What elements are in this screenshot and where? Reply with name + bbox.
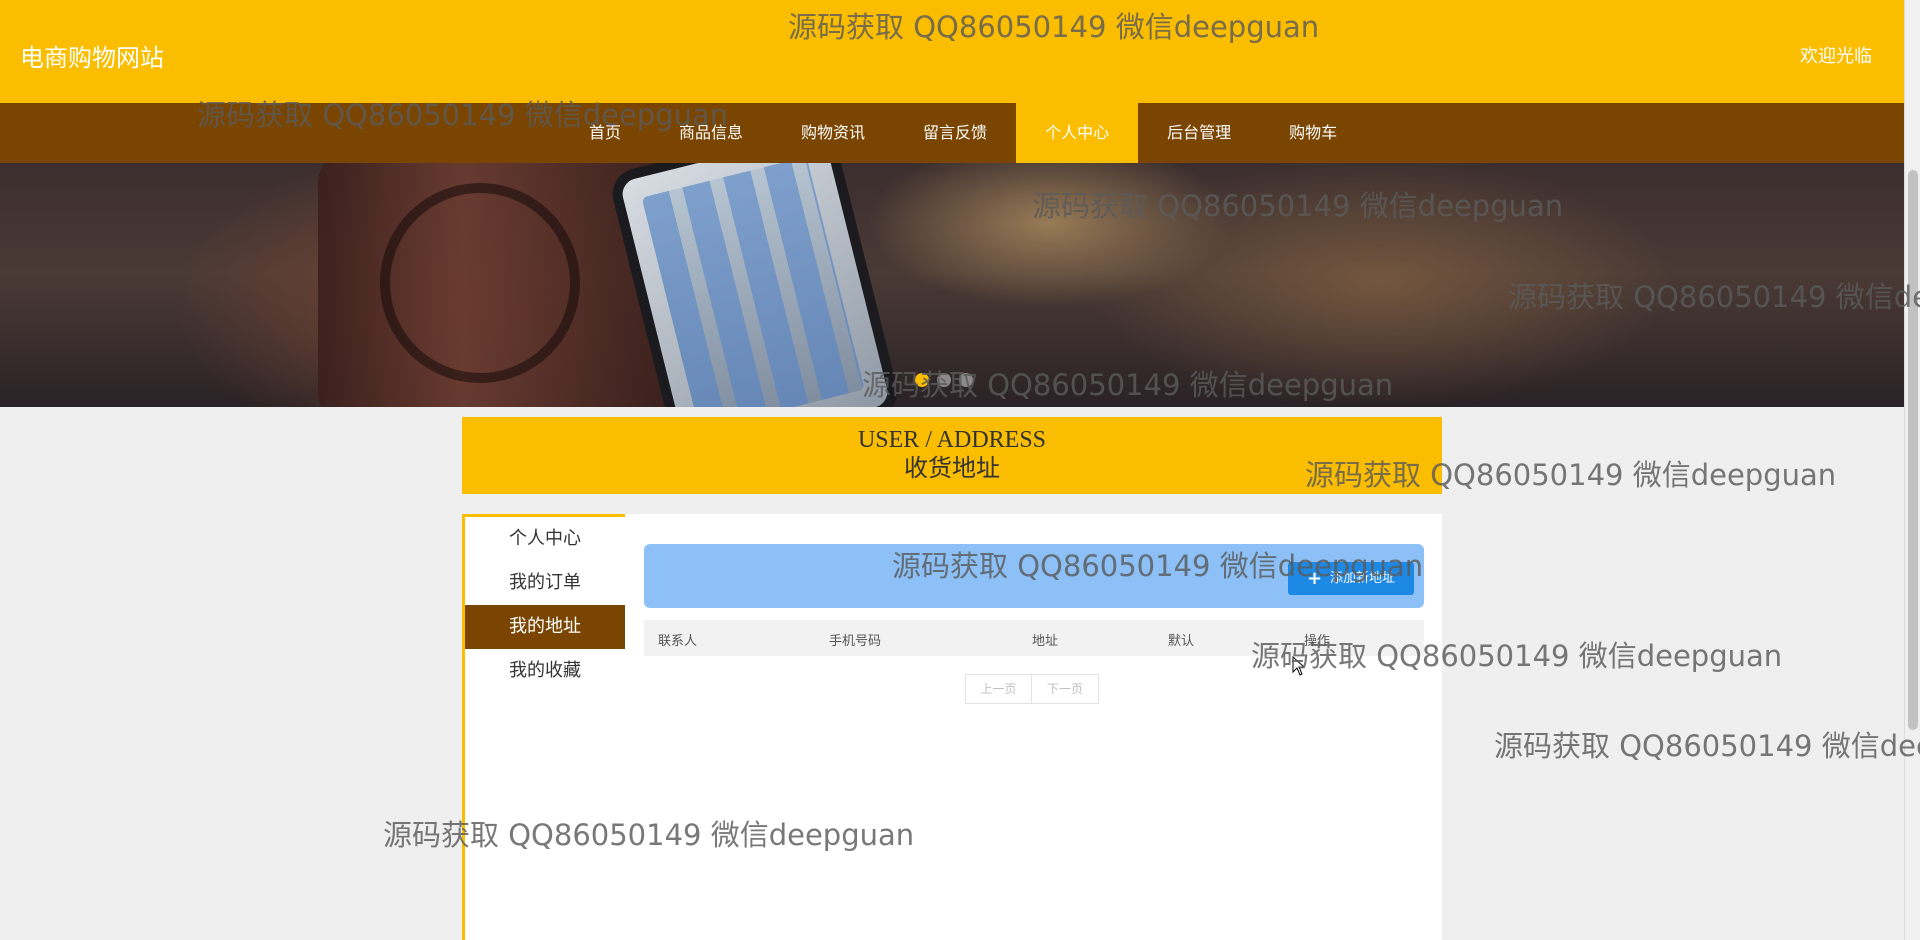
banner-cup-logo	[380, 183, 580, 383]
welcome-text: 欢迎光临	[1800, 46, 1872, 67]
nav-item-admin[interactable]: 后台管理	[1138, 103, 1260, 163]
carousel-dot[interactable]	[959, 373, 973, 387]
column-header-phone: 手机号码	[829, 634, 882, 649]
side-menu-item-my-address[interactable]: 我的地址	[465, 605, 625, 649]
prev-page-button[interactable]: 上一页	[965, 674, 1032, 704]
plus-icon: +	[1306, 567, 1323, 589]
side-menu-item-my-favorites[interactable]: 我的收藏	[465, 649, 625, 693]
column-header-address: 地址	[1032, 634, 1059, 649]
nav-item-user-center[interactable]: 个人中心	[1016, 103, 1139, 163]
column-header-default: 默认	[1168, 634, 1195, 649]
carousel-dot[interactable]	[937, 373, 951, 387]
banner-phone-screen	[641, 163, 865, 407]
side-menu: 个人中心 我的订单 我的地址 我的收藏	[465, 514, 625, 693]
address-table-header: 联系人 手机号码 地址 默认 操作	[644, 620, 1424, 656]
add-address-label: 添加新地址	[1330, 571, 1396, 586]
nav-item-products[interactable]: 商品信息	[650, 103, 772, 163]
section-title-zh: 收货地址	[904, 456, 1000, 482]
page-scrollbar[interactable]	[1904, 0, 1920, 940]
carousel-dot[interactable]	[915, 373, 929, 387]
nav-list: 首页 商品信息 购物资讯 留言反馈 个人中心 后台管理 购物车	[560, 103, 1366, 163]
column-header-actions: 操作	[1304, 634, 1331, 649]
site-title[interactable]: 电商购物网站	[20, 38, 164, 73]
pagination: 上一页 下一页	[965, 674, 1099, 704]
column-header-contact: 联系人	[658, 634, 698, 649]
banner-carousel[interactable]	[0, 163, 1904, 407]
main-nav: 首页 商品信息 购物资讯 留言反馈 个人中心 后台管理 购物车	[0, 103, 1904, 163]
nav-item-home[interactable]: 首页	[560, 103, 650, 163]
site-header: 电商购物网站 欢迎光临	[0, 0, 1904, 103]
section-title-box: USER / ADDRESS 收货地址	[462, 417, 1442, 494]
nav-item-cart[interactable]: 购物车	[1260, 103, 1366, 163]
address-toolbar: + 添加新地址	[644, 544, 1424, 608]
side-menu-item-my-orders[interactable]: 我的订单	[465, 561, 625, 605]
watermark-text: 源码获取 QQ86050149 微信deepguan	[1494, 729, 1920, 763]
add-address-button[interactable]: + 添加新地址	[1288, 562, 1414, 595]
next-page-button[interactable]: 下一页	[1032, 674, 1099, 704]
nav-item-feedback[interactable]: 留言反馈	[894, 103, 1016, 163]
carousel-indicators	[915, 373, 973, 387]
section-title-en: USER / ADDRESS	[857, 427, 1047, 453]
nav-item-news[interactable]: 购物资讯	[772, 103, 894, 163]
content-panel: 个人中心 我的订单 我的地址 我的收藏 + 添加新地址 联系人 手机号码 地址 …	[462, 514, 1442, 940]
mouse-cursor-icon	[1292, 656, 1306, 676]
side-menu-item-user-center[interactable]: 个人中心	[465, 517, 625, 561]
scrollbar-thumb[interactable]	[1908, 170, 1918, 730]
